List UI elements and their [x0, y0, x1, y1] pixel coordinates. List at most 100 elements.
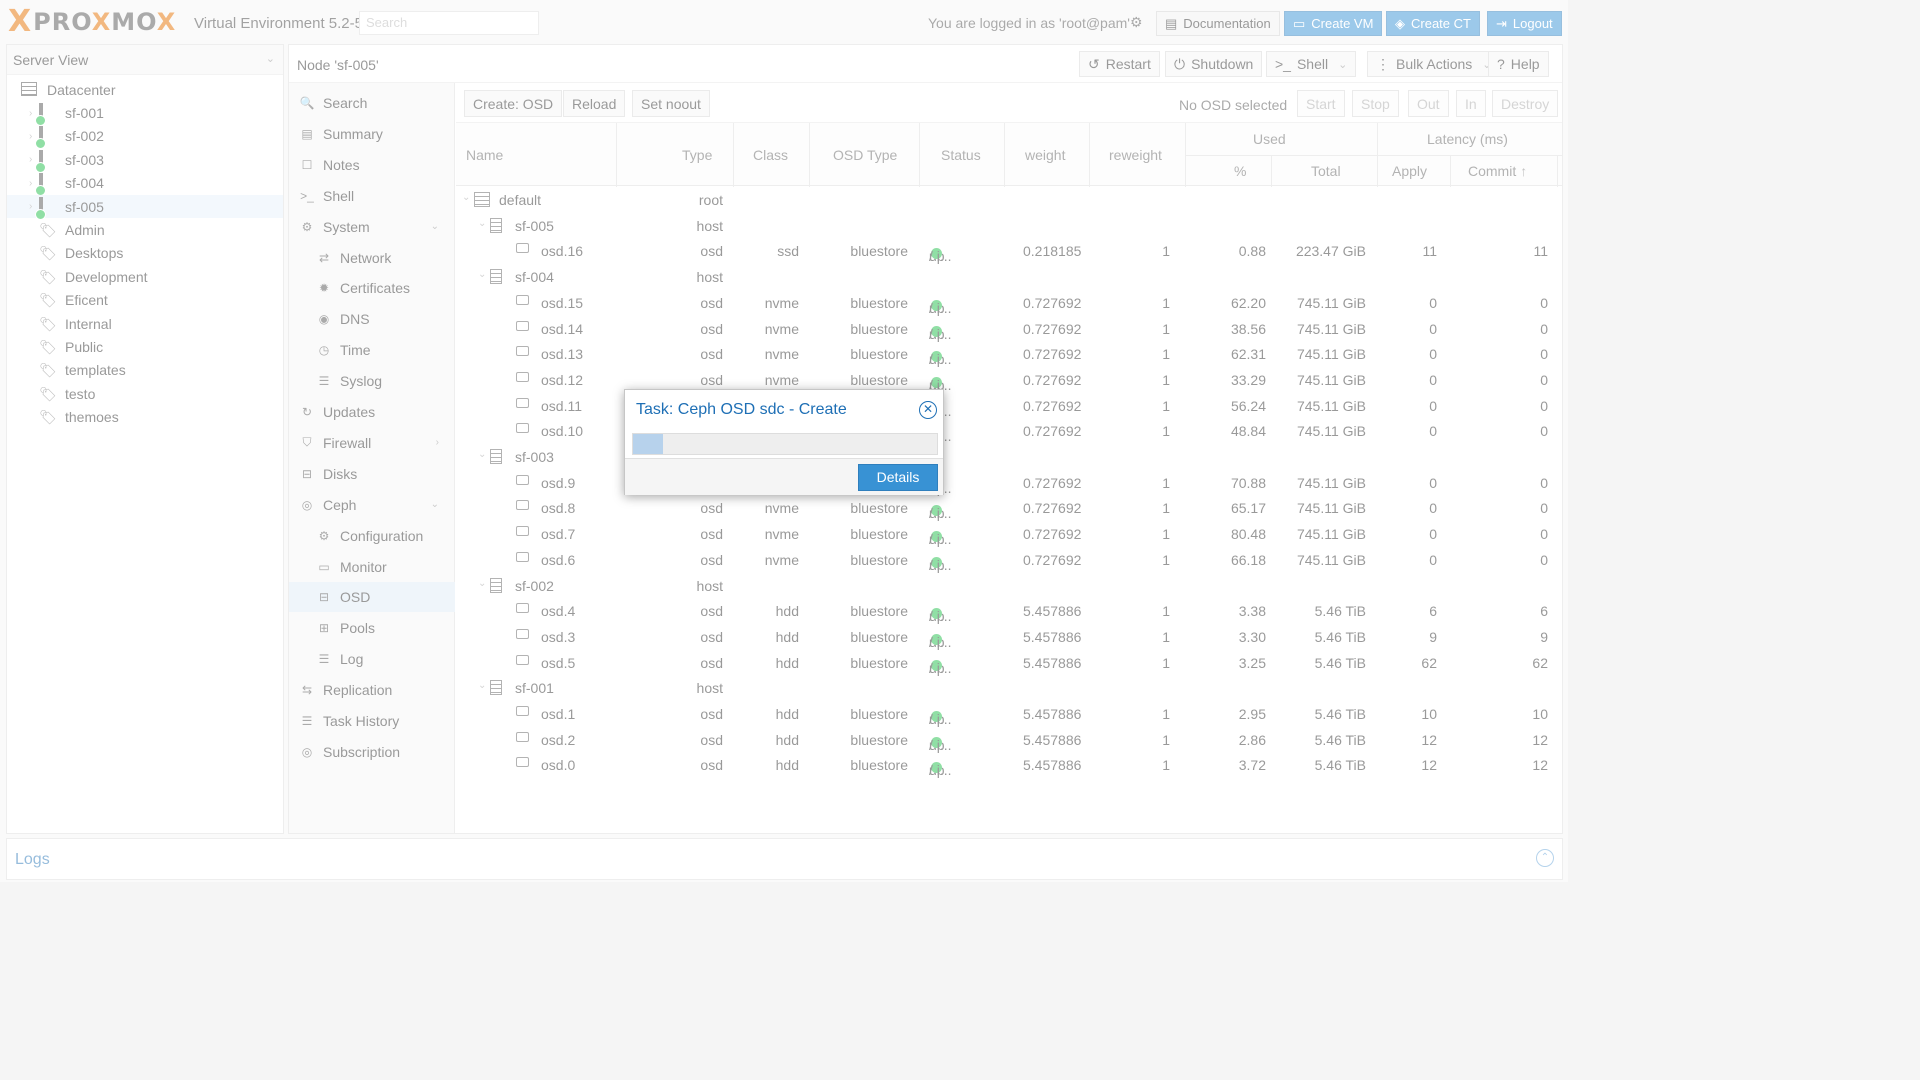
collapse-icon[interactable]: ⌄ — [462, 192, 470, 203]
column-header-status[interactable]: Status — [941, 123, 981, 187]
nav-item-pools[interactable]: ⊞ Pools — [289, 613, 455, 643]
expand-arrow-icon[interactable]: › — [29, 131, 32, 142]
expand-arrow-icon[interactable]: › — [29, 154, 32, 165]
nav-item-updates[interactable]: ↻ Updates — [289, 397, 455, 427]
search-input[interactable]: Search — [359, 11, 539, 35]
logs-title[interactable]: Logs — [15, 851, 50, 869]
in-button[interactable]: In — [1456, 90, 1486, 117]
create-osd-button[interactable]: Create: OSD — [464, 90, 563, 117]
chevron-down-icon[interactable]: ⌄ — [431, 499, 439, 510]
host-row[interactable]: ⌄ sf-005 host — [456, 213, 1562, 239]
tree-item-templates[interactable]: 🏷 templates — [7, 359, 283, 382]
column-header-reweight[interactable]: reweight — [1109, 123, 1162, 187]
tree-item-public[interactable]: 🏷 Public — [7, 335, 283, 358]
osd-row[interactable]: osd.0osdhddbluestoreup / i...5.45788613.… — [456, 752, 1562, 778]
column-header-type[interactable]: Type — [682, 123, 712, 187]
start-button[interactable]: Start — [1297, 90, 1345, 117]
view-selector[interactable]: Server View ⌄ — [7, 45, 283, 75]
logout-button[interactable]: ⇥ Logout — [1487, 11, 1562, 36]
set-noout-button[interactable]: Set noout — [632, 90, 710, 117]
nav-item-osd[interactable]: ⊟ OSD — [289, 582, 455, 613]
tree-item-testo[interactable]: 🏷 testo — [7, 382, 283, 405]
create-vm-button[interactable]: ▭ Create VM — [1284, 11, 1383, 36]
expand-up-icon[interactable]: ⌃ — [1536, 849, 1554, 867]
nav-item-search[interactable]: 🔍 Search — [289, 88, 455, 118]
collapse-icon[interactable]: ⌄ — [478, 218, 486, 229]
tree-item-sf-001[interactable]: › sf-001 — [7, 101, 283, 124]
expand-arrow-icon[interactable]: › — [29, 201, 32, 212]
osd-row[interactable]: osd.7osdnvmebluestoreup / i...0.72769218… — [456, 521, 1562, 547]
osd-row[interactable]: osd.5osdhddbluestoreup / i...5.45788613.… — [456, 650, 1562, 676]
tree-item-sf-004[interactable]: › sf-004 — [7, 172, 283, 195]
chevron-right-icon[interactable]: › — [436, 437, 439, 448]
nav-item-notes[interactable]: ☐ Notes — [289, 150, 455, 180]
nav-item-system[interactable]: ⚙ System ⌄ — [289, 212, 455, 242]
user-settings-gear-icon[interactable]: ⚙ — [1130, 14, 1143, 31]
column-header-used-percent[interactable]: % — [1234, 155, 1246, 187]
tree-item-themoes[interactable]: 🏷 themoes — [7, 405, 283, 428]
host-row[interactable]: ⌄sf-003host — [456, 444, 1562, 470]
nav-item-summary[interactable]: ▤ Summary — [289, 119, 455, 149]
nav-item-shell[interactable]: >_ Shell — [289, 181, 455, 211]
tree-item-desktops[interactable]: 🏷 Desktops — [7, 242, 283, 265]
nav-item-time[interactable]: ◷ Time — [289, 335, 455, 365]
nav-item-certificates[interactable]: ✹ Certificates — [289, 273, 455, 303]
column-header-used-total[interactable]: Total — [1311, 155, 1341, 187]
expand-arrow-icon[interactable]: › — [29, 178, 32, 189]
tree-item-admin[interactable]: 🏷 Admin — [7, 218, 283, 241]
out-button[interactable]: Out — [1408, 90, 1449, 117]
expand-arrow-icon[interactable]: › — [29, 108, 32, 119]
documentation-button[interactable]: ▤ Documentation — [1156, 11, 1280, 36]
host-row[interactable]: ⌄ sf-002 host — [456, 573, 1562, 599]
osd-row[interactable]: osd.2osdhddbluestoreup / i...5.45788612.… — [456, 727, 1562, 753]
osd-row[interactable]: osd.13osdnvmebluestoreup / i...0.7276921… — [456, 341, 1562, 367]
osd-row[interactable]: osd.10osdnvmebluestoreup / i...0.7276921… — [456, 418, 1562, 444]
nav-item-configuration[interactable]: ⚙ Configuration — [289, 521, 455, 551]
collapse-icon[interactable]: ⌄ — [478, 578, 486, 589]
osd-row[interactable]: osd.1osdhddbluestoreup / i...5.45788612.… — [456, 701, 1562, 727]
osd-row[interactable]: osd.8osdnvmebluestoreup / i...0.72769216… — [456, 495, 1562, 521]
column-header-commit[interactable]: Commit ↑ — [1468, 155, 1527, 187]
tree-item-internal[interactable]: 🏷 Internal — [7, 312, 283, 335]
nav-item-log[interactable]: ☰ Log — [289, 644, 455, 674]
bulk-actions-button[interactable]: ⋮ Bulk Actions ⌄ — [1367, 51, 1501, 77]
osd-row[interactable]: osd.16osdssdbluestoreup / i...0.21818510… — [456, 238, 1562, 264]
stop-button[interactable]: Stop — [1352, 90, 1399, 117]
reload-button[interactable]: Reload — [563, 90, 626, 117]
column-header-osd-type[interactable]: OSD Type — [833, 123, 897, 187]
nav-item-dns[interactable]: ◉ DNS — [289, 304, 455, 334]
collapse-icon[interactable]: ⌄ — [478, 449, 486, 460]
nav-item-task-history[interactable]: ☰ Task History — [289, 706, 455, 736]
osd-row[interactable]: osd.15osdnvmebluestoreup / i...0.7276921… — [456, 290, 1562, 316]
nav-item-ceph[interactable]: ◎ Ceph ⌄ — [289, 490, 455, 520]
help-button[interactable]: ? Help — [1488, 51, 1549, 77]
tree-item-eficent[interactable]: 🏷 Eficent — [7, 289, 283, 312]
create-ct-button[interactable]: ◈ Create CT — [1386, 11, 1480, 36]
nav-item-replication[interactable]: ⇆ Replication — [289, 675, 455, 705]
osd-row[interactable]: osd.12osdnvmebluestoreup / i...0.7276921… — [456, 367, 1562, 393]
osd-row[interactable]: osd.4osdhddbluestoreup / i...5.45788613.… — [456, 598, 1562, 624]
osd-row[interactable]: osd.14osdnvmebluestoreup / i...0.7276921… — [456, 316, 1562, 342]
nav-item-syslog[interactable]: ☰ Syslog — [289, 366, 455, 396]
nav-item-network[interactable]: ⇄ Network — [289, 243, 455, 273]
destroy-button[interactable]: Destroy — [1492, 90, 1559, 117]
tree-item-sf-002[interactable]: › sf-002 — [7, 125, 283, 148]
nav-item-disks[interactable]: ⊟ Disks — [289, 459, 455, 489]
chevron-down-icon[interactable]: ⌄ — [431, 221, 439, 232]
nav-item-firewall[interactable]: ⛉ Firewall › — [289, 428, 455, 458]
nav-item-subscription[interactable]: ◎ Subscription — [289, 737, 455, 767]
collapse-icon[interactable]: ⌄ — [478, 269, 486, 280]
osd-row[interactable]: osd.6osdnvmebluestoreup / i...0.72769216… — [456, 547, 1562, 573]
osd-row[interactable]: osd.3osdhddbluestoreup / i...5.45788613.… — [456, 624, 1562, 650]
root-row[interactable]: ⌄ default root — [456, 187, 1562, 213]
column-header-apply[interactable]: Apply — [1392, 155, 1427, 187]
osd-row[interactable]: osd.9osdnvmebluestoreup / i...0.72769217… — [456, 470, 1562, 496]
shell-button[interactable]: >_ Shell ⌄ — [1266, 51, 1357, 77]
tree-item-sf-005[interactable]: › sf-005 — [7, 194, 283, 219]
collapse-icon[interactable]: ⌄ — [478, 680, 486, 691]
osd-row[interactable]: osd.11osdnvmebluestoreup / i...0.7276921… — [456, 393, 1562, 419]
column-header-name[interactable]: Name — [466, 123, 503, 187]
tree-item-development[interactable]: 🏷 Development — [7, 265, 283, 288]
column-header-weight[interactable]: weight — [1025, 123, 1065, 187]
tree-item-sf-003[interactable]: › sf-003 — [7, 148, 283, 171]
